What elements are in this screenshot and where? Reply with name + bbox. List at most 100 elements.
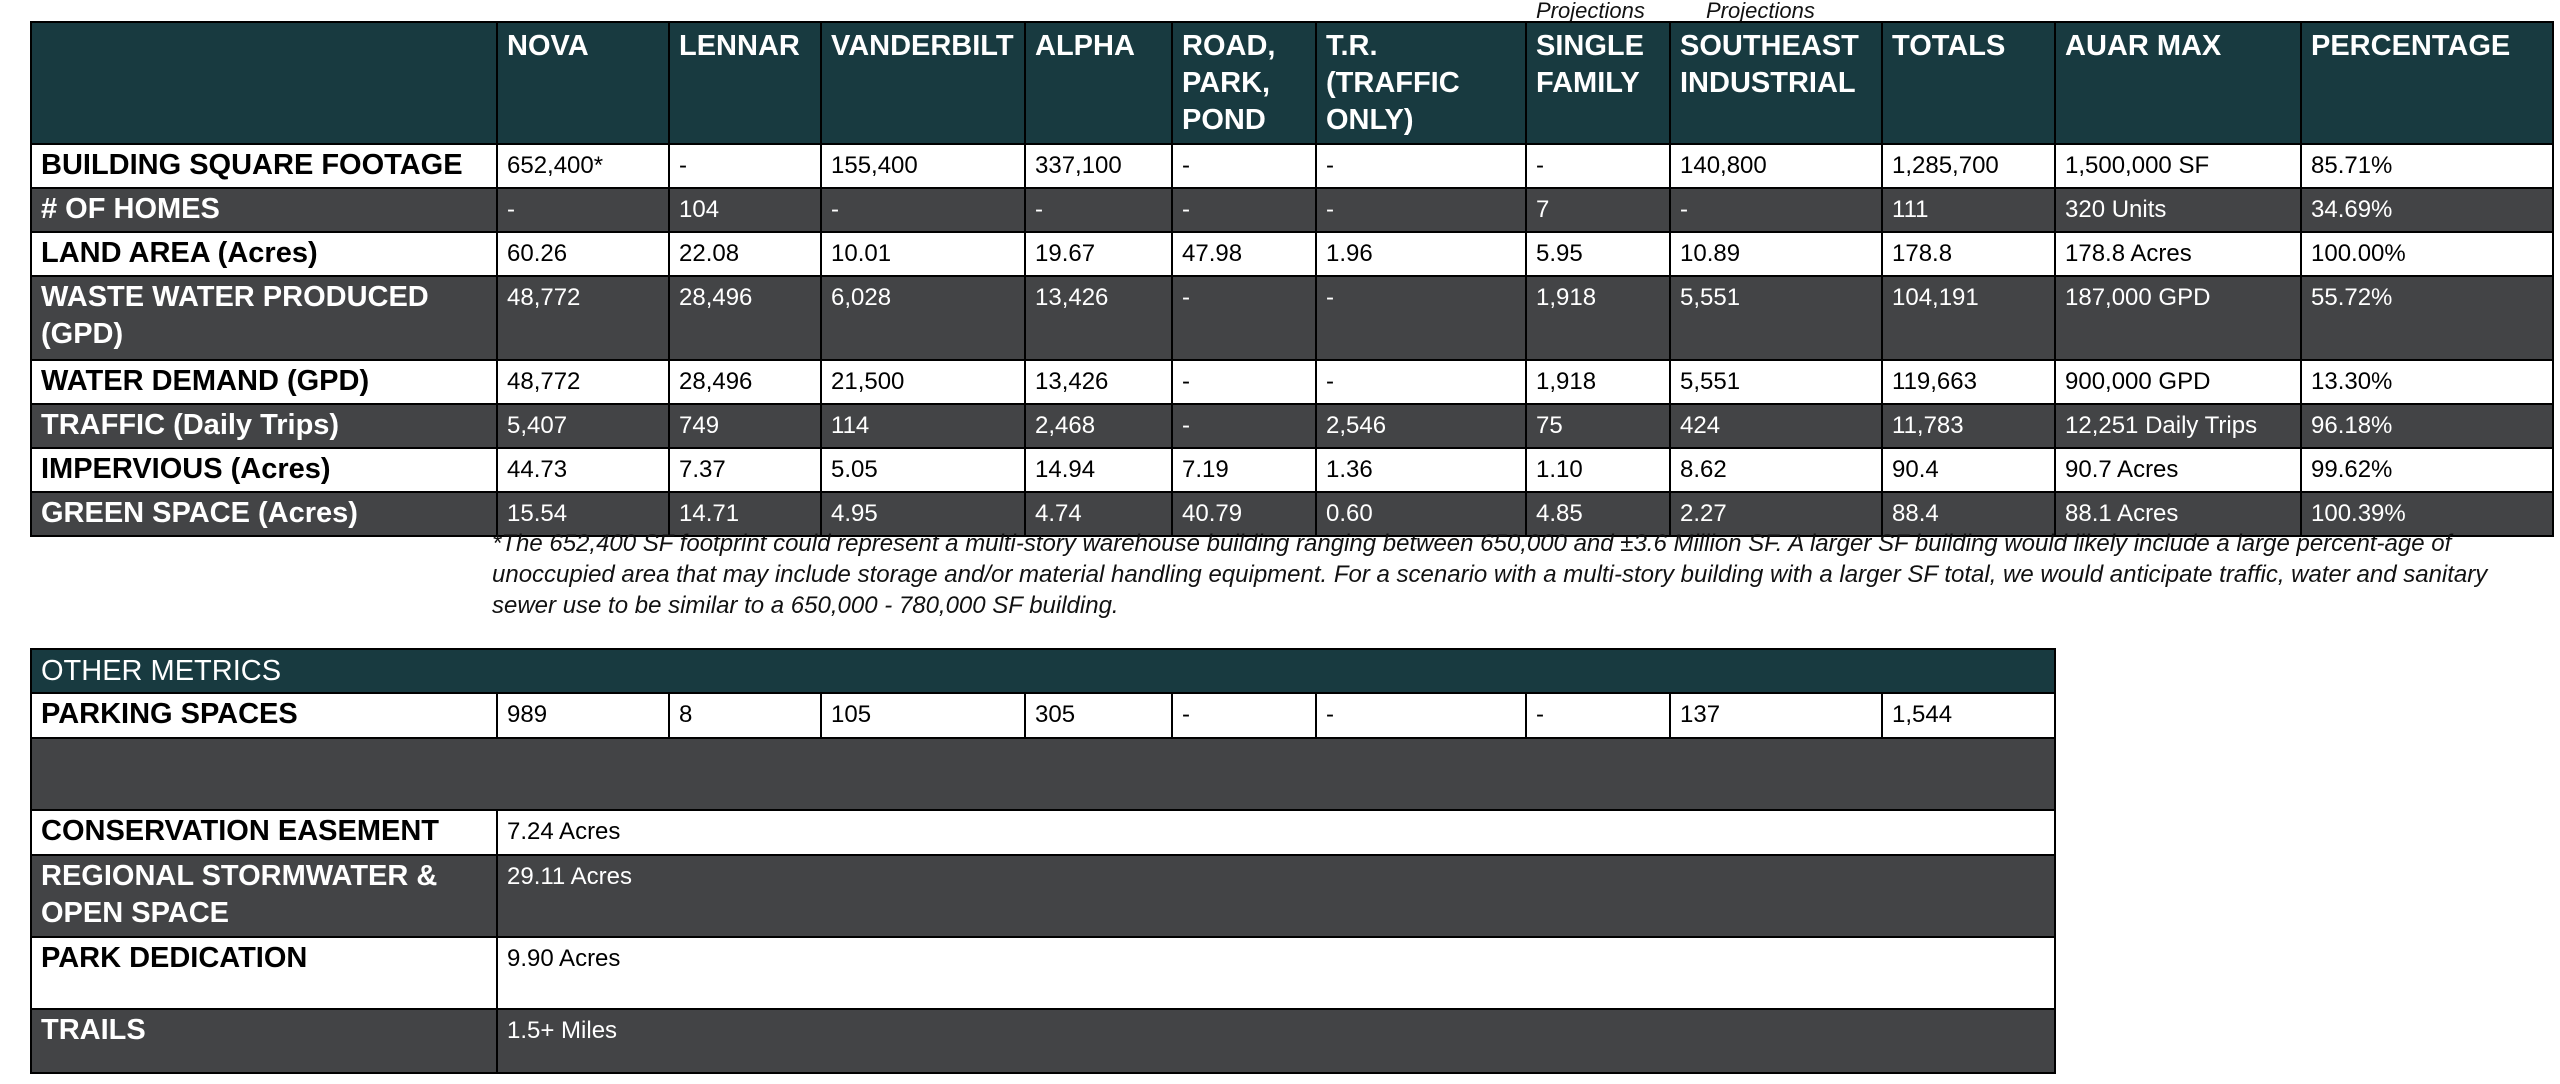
other-metrics-table: OTHER METRICS PARKING SPACES 989 8 105 3… <box>29 648 2057 1074</box>
table-row: TRAILS 1.5+ Miles <box>30 1008 2057 1074</box>
table-cell: 28,496 <box>668 359 822 405</box>
table-cell: 90.4 <box>1881 447 2056 493</box>
projections-label: Projections <box>1706 0 1815 23</box>
table-cell: 1,918 <box>1525 275 1671 361</box>
row-label: BUILDING SQUARE FOOTAGE <box>30 143 498 189</box>
table-cell: 85.71% <box>2300 143 2554 189</box>
table-cell: 13,426 <box>1024 275 1173 361</box>
header-corner <box>30 21 498 145</box>
column-header: ROAD, PARK, POND <box>1171 21 1317 145</box>
table-cell: 5.95 <box>1525 231 1671 277</box>
table-cell: - <box>820 187 1026 233</box>
table-cell: - <box>1171 275 1317 361</box>
row-label: PARK DEDICATION <box>30 936 498 1010</box>
table-cell: 1.96 <box>1315 231 1527 277</box>
table-row: TRAFFIC (Daily Trips) 5,407 749 114 2,46… <box>30 403 2554 449</box>
row-label: REGIONAL STORMWATER & OPEN SPACE <box>30 854 498 938</box>
table-cell: 8.62 <box>1669 447 1883 493</box>
table-row: IMPERVIOUS (Acres) 44.73 7.37 5.05 14.94… <box>30 447 2554 493</box>
table-cell: - <box>1669 187 1883 233</box>
table-cell: 5,407 <box>496 403 670 449</box>
table-row: PARKING SPACES 989 8 105 305 - - - 137 1… <box>30 692 2057 739</box>
table-cell: 1,500,000 SF <box>2054 143 2302 189</box>
table-cell: 140,800 <box>1669 143 1883 189</box>
table-cell: 305 <box>1024 692 1173 739</box>
table-row: BUILDING SQUARE FOOTAGE 652,400* - 155,4… <box>30 143 2554 189</box>
table-cell: - <box>496 187 670 233</box>
table-cell: 105 <box>820 692 1026 739</box>
table-cell: 47.98 <box>1171 231 1317 277</box>
table-cell: 19.67 <box>1024 231 1173 277</box>
table-cell: 187,000 GPD <box>2054 275 2302 361</box>
table-row: # OF HOMES - 104 - - - - 7 - 111 320 Uni… <box>30 187 2554 233</box>
column-header: VANDERBILT <box>820 21 1026 145</box>
table-cell: 5,551 <box>1669 275 1883 361</box>
row-label: TRAFFIC (Daily Trips) <box>30 403 498 449</box>
table-cell: 11,783 <box>1881 403 2056 449</box>
row-label: # OF HOMES <box>30 187 498 233</box>
table-cell: 137 <box>1669 692 1883 739</box>
table-cell: 5,551 <box>1669 359 1883 405</box>
table-cell: 7 <box>1525 187 1671 233</box>
table-cell: 652,400* <box>496 143 670 189</box>
table-cell: 7.19 <box>1171 447 1317 493</box>
table-cell: 90.7 Acres <box>2054 447 2302 493</box>
table-cell: 1,285,700 <box>1881 143 2056 189</box>
footnote: *The 652,400 SF footprint could represen… <box>492 530 2488 619</box>
table-cell: 12,251 Daily Trips <box>2054 403 2302 449</box>
table-cell: 48,772 <box>496 275 670 361</box>
column-header: TOTALS <box>1881 21 2056 145</box>
table-cell: - <box>1024 187 1173 233</box>
table-cell: 10.01 <box>820 231 1026 277</box>
table-cell: 14.94 <box>1024 447 1173 493</box>
table-cell: 1.5+ Miles <box>495 1008 2057 1074</box>
table-cell: 104 <box>668 187 822 233</box>
table-cell: - <box>1315 143 1527 189</box>
table-cell: 13.30% <box>2300 359 2554 405</box>
table-row: CONSERVATION EASEMENT 7.24 Acres <box>30 809 2057 856</box>
table-cell: 5.05 <box>820 447 1026 493</box>
table-cell: 22.08 <box>668 231 822 277</box>
table-cell: 13,426 <box>1024 359 1173 405</box>
other-metrics-header: OTHER METRICS <box>29 648 2057 694</box>
table-cell: - <box>1171 403 1317 449</box>
table-cell: 75 <box>1525 403 1671 449</box>
table-cell: - <box>1171 692 1317 739</box>
table-cell: 96.18% <box>2300 403 2554 449</box>
row-label: LAND AREA (Acres) <box>30 231 498 277</box>
table-cell: 2,468 <box>1024 403 1173 449</box>
table-cell: 155,400 <box>820 143 1026 189</box>
table-cell: - <box>1315 275 1527 361</box>
table-row: REGIONAL STORMWATER & OPEN SPACE 29.11 A… <box>30 854 2057 938</box>
row-label: WATER DEMAND (GPD) <box>30 359 498 405</box>
column-header: AUAR MAX <box>2054 21 2302 145</box>
spacer-row <box>29 737 2057 811</box>
column-header: ALPHA <box>1024 21 1173 145</box>
table-cell: 34.69% <box>2300 187 2554 233</box>
projections-label: Projections <box>1536 0 1645 23</box>
table-cell: - <box>1171 143 1317 189</box>
table-cell: 104,191 <box>1881 275 2056 361</box>
table-cell: 111 <box>1881 187 2056 233</box>
table-cell: 48,772 <box>496 359 670 405</box>
table-cell: 7.37 <box>668 447 822 493</box>
table-cell: 178.8 Acres <box>2054 231 2302 277</box>
other-metrics-title: OTHER METRICS <box>29 648 2057 694</box>
table-cell: 6,028 <box>820 275 1026 361</box>
table-cell: 55.72% <box>2300 275 2554 361</box>
table-cell: 100.00% <box>2300 231 2554 277</box>
column-header: LENNAR <box>668 21 822 145</box>
table-row: LAND AREA (Acres) 60.26 22.08 10.01 19.6… <box>30 231 2554 277</box>
row-label: TRAILS <box>30 1008 498 1074</box>
table-cell: - <box>1171 187 1317 233</box>
table-cell: 1.36 <box>1315 447 1527 493</box>
column-header: NOVA <box>496 21 670 145</box>
table-cell: - <box>1525 143 1671 189</box>
table-cell: - <box>668 143 822 189</box>
column-header: SINGLE FAMILY <box>1525 21 1671 145</box>
table-cell: 1,544 <box>1880 692 2057 739</box>
table-cell: 7.24 Acres <box>495 809 2057 856</box>
table-cell: 989 <box>496 692 670 739</box>
table-cell: 749 <box>668 403 822 449</box>
row-label: PARKING SPACES <box>30 692 498 739</box>
